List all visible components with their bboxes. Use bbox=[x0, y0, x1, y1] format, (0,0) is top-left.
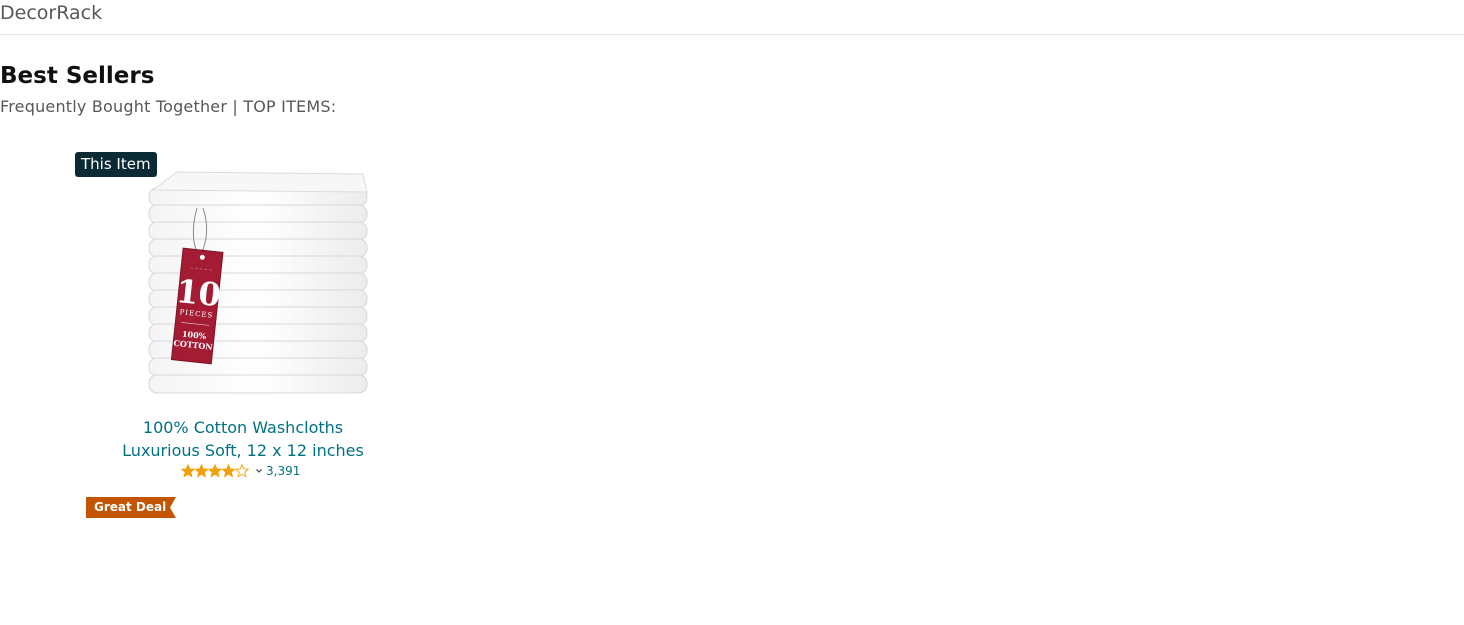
brand-logo[interactable]: DecorRack bbox=[0, 1, 102, 25]
this-item-badge: This Item bbox=[75, 152, 157, 177]
site-header: DecorRack bbox=[0, 0, 1464, 35]
star-rating-icon bbox=[181, 464, 249, 478]
section-title: Best Sellers bbox=[0, 63, 155, 89]
star-filled-icon bbox=[194, 464, 209, 478]
star-filled-icon bbox=[207, 464, 223, 478]
star-filled-icon bbox=[181, 464, 196, 478]
section-subtitle: Frequently Bought Together | TOP ITEMS: bbox=[0, 97, 337, 116]
product-title-line1: 100% Cotton Washcloths bbox=[142, 418, 344, 437]
rating-row[interactable]: 3,391 bbox=[181, 462, 300, 480]
chevron-down-icon bbox=[256, 469, 262, 473]
product-image[interactable]: ~ ~ ~ ~ ~ 10 PIECES 100% COTTON bbox=[147, 168, 369, 408]
deal-label: Great Deal bbox=[94, 500, 167, 514]
great-deal-badge: Great Deal bbox=[86, 497, 176, 518]
product-card: This Item ~ ~ ~ ~ ~ 10 PIECES 100% COTTO… bbox=[75, 152, 405, 522]
product-title[interactable]: 100% Cotton Washcloths Luxurious Soft, 1… bbox=[75, 416, 411, 462]
product-title-line2: Luxurious Soft, 12 x 12 inches bbox=[122, 441, 364, 460]
star-filled-icon bbox=[221, 464, 236, 478]
star-empty-icon bbox=[234, 464, 249, 478]
review-count[interactable]: 3,391 bbox=[266, 464, 300, 478]
